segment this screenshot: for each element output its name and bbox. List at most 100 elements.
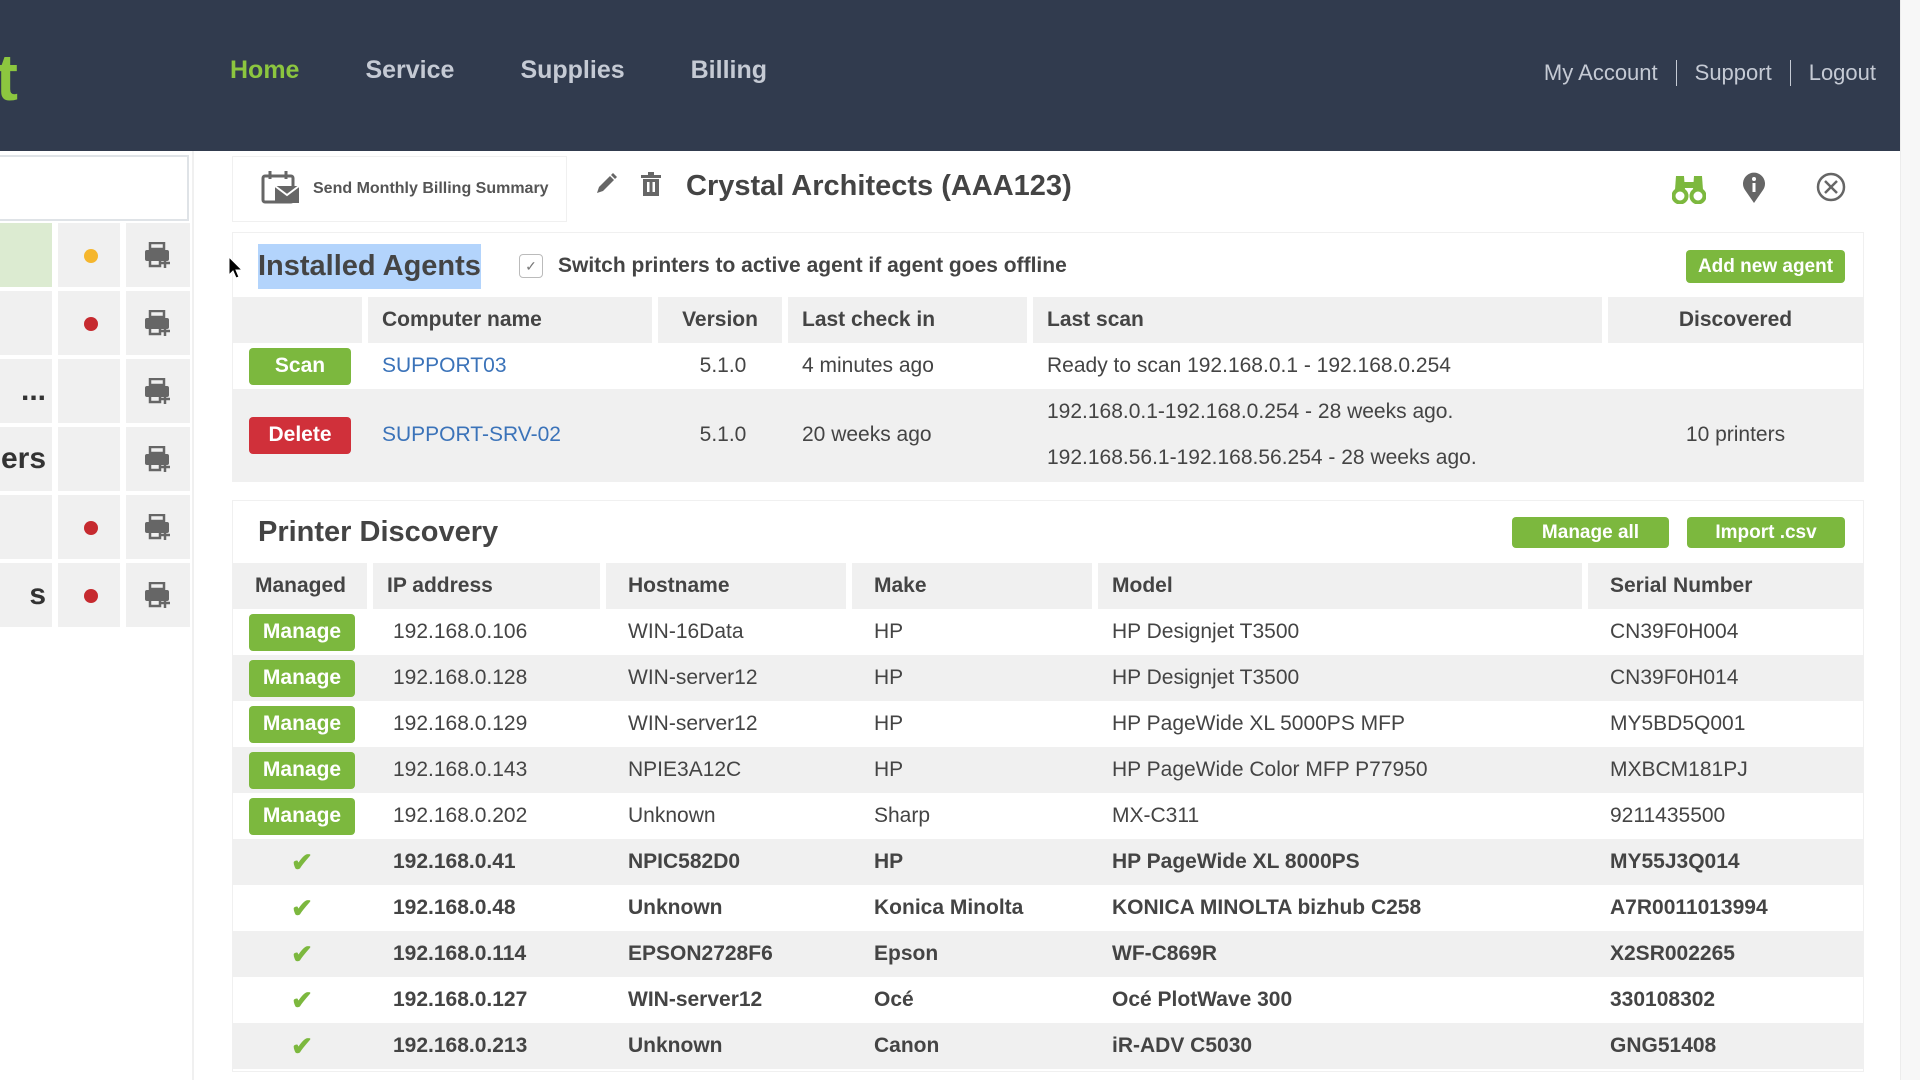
column-header-version[interactable]: Version: [658, 297, 788, 343]
edit-pencil-icon[interactable]: [594, 172, 618, 201]
add-printer-button[interactable]: [126, 563, 190, 627]
printer-add-icon: [145, 378, 170, 404]
column-header-managed[interactable]: Managed: [233, 563, 373, 609]
manage-printer-button[interactable]: Manage: [249, 751, 355, 789]
add-printer-button[interactable]: [126, 427, 190, 491]
column-header-discovered[interactable]: Discovered: [1608, 297, 1863, 343]
add-printer-button[interactable]: [126, 223, 190, 287]
add-printer-button[interactable]: [126, 359, 190, 423]
serial-number-cell: 330108302: [1588, 977, 1863, 1023]
add-printer-button[interactable]: [126, 495, 190, 559]
add-printer-button[interactable]: [126, 291, 190, 355]
nav-billing[interactable]: Billing: [691, 56, 767, 85]
customer-list-item[interactable]: [0, 223, 190, 287]
scan-button[interactable]: Scan: [249, 347, 351, 385]
column-header-last-check-in[interactable]: Last check in: [788, 297, 1033, 343]
customer-list-item[interactable]: [0, 291, 190, 355]
computer-name-link[interactable]: SUPPORT-SRV-02: [368, 389, 658, 481]
customer-name-cell[interactable]: ers: [0, 427, 52, 491]
logout-link[interactable]: Logout: [1809, 60, 1876, 86]
nav-home[interactable]: Home: [230, 56, 299, 85]
customer-name-cell[interactable]: ...: [0, 359, 52, 423]
customer-name-cell[interactable]: [0, 291, 52, 355]
send-monthly-billing-summary-button[interactable]: Send Monthly Billing Summary: [232, 156, 567, 222]
manage-printer-button[interactable]: Manage: [249, 613, 355, 651]
binoculars-icon[interactable]: [1671, 172, 1707, 209]
logo[interactable]: t: [0, 44, 18, 110]
manage-all-button[interactable]: Manage all: [1512, 517, 1669, 548]
customer-list-item[interactable]: [0, 495, 190, 559]
model-cell: KONICA MINOLTA bizhub C258: [1098, 885, 1588, 931]
support-link[interactable]: Support: [1695, 60, 1772, 86]
printer-row: Manage 192.168.0.143 NPIE3A12C HP HP PageWid…: [233, 747, 1863, 793]
make-cell: HP: [852, 747, 1098, 793]
ip-address-cell: 192.168.0.143: [373, 747, 606, 793]
customer-list-item[interactable]: ...: [0, 359, 190, 423]
computer-name-link[interactable]: SUPPORT03: [368, 343, 658, 389]
column-header-hostname[interactable]: Hostname: [606, 563, 852, 609]
switch-agent-checkbox[interactable]: ✓: [519, 254, 543, 278]
printer-row: ✔ 192.168.0.48 Unknown Konica Minolta KONICA…: [233, 885, 1863, 931]
customer-list-item[interactable]: s: [0, 563, 190, 627]
title-tools: [594, 172, 662, 201]
hostname-cell: Unknown: [606, 1023, 852, 1069]
managed-check-icon: ✔: [291, 1030, 313, 1061]
installed-agents-table: Computer name Version Last check in Last…: [233, 297, 1863, 481]
column-header-model[interactable]: Model: [1098, 563, 1588, 609]
column-header-serial-number[interactable]: Serial Number: [1588, 563, 1863, 609]
serial-number-cell: 9211435500: [1588, 793, 1863, 839]
delete-agent-button[interactable]: Delete: [249, 416, 351, 454]
customer-search-input[interactable]: [0, 155, 189, 221]
manage-printer-button[interactable]: Manage: [249, 797, 355, 835]
make-cell: Epson: [852, 931, 1098, 977]
status-dot-orange: [84, 249, 98, 263]
model-cell: WF-C869R: [1098, 931, 1588, 977]
model-cell: HP Designjet T3500: [1098, 609, 1588, 655]
add-new-agent-button[interactable]: Add new agent: [1686, 250, 1845, 283]
column-header-ip-address[interactable]: IP address: [373, 563, 606, 609]
printer-add-icon: [145, 582, 170, 608]
managed-cell: ✔: [233, 885, 373, 931]
model-cell: HP PageWide XL 8000PS: [1098, 839, 1588, 885]
serial-number-cell: A7R0011013994: [1588, 885, 1863, 931]
agent-discovered: 10 printers: [1608, 389, 1863, 481]
make-cell: Océ: [852, 977, 1098, 1023]
serial-number-cell: MY55J3Q014: [1588, 839, 1863, 885]
hostname-cell: WIN-16Data: [606, 609, 852, 655]
manage-printer-button[interactable]: Manage: [249, 705, 355, 743]
managed-check-icon: ✔: [291, 846, 313, 877]
close-circle-icon[interactable]: [1816, 172, 1846, 207]
hostname-cell: EPSON2728F6: [606, 931, 852, 977]
customer-title: Crystal Architects (AAA123): [686, 170, 1072, 202]
customer-list-item[interactable]: ers: [0, 427, 190, 491]
customer-name-cell[interactable]: [0, 223, 52, 287]
customer-name-cell[interactable]: [0, 495, 52, 559]
my-account-link[interactable]: My Account: [1544, 60, 1658, 86]
column-header-make[interactable]: Make: [852, 563, 1098, 609]
nav-supplies[interactable]: Supplies: [520, 56, 624, 85]
customer-name-fragment: s: [29, 578, 46, 611]
status-cell: [58, 223, 120, 287]
divider: [1675, 60, 1677, 86]
printer-add-icon: [145, 446, 170, 472]
model-cell: HP Designjet T3500: [1098, 655, 1588, 701]
column-header-computer-name[interactable]: Computer name: [368, 297, 658, 343]
info-pin-icon[interactable]: [1742, 172, 1766, 209]
import-csv-button[interactable]: Import .csv: [1687, 517, 1845, 548]
customer-name-fragment: ers: [0, 442, 46, 475]
managed-cell: Manage: [233, 701, 373, 747]
managed-cell: Manage: [233, 793, 373, 839]
manage-printer-button[interactable]: Manage: [249, 659, 355, 697]
nav-service[interactable]: Service: [365, 56, 454, 85]
managed-cell: ✔: [233, 839, 373, 885]
customer-name-cell[interactable]: s: [0, 563, 52, 627]
agent-row: Delete SUPPORT-SRV-02 5.1.0 20 weeks ago…: [233, 389, 1863, 481]
column-header-last-scan[interactable]: Last scan: [1033, 297, 1608, 343]
trash-icon[interactable]: [640, 172, 662, 201]
status-cell: [58, 563, 120, 627]
printer-row: Manage 192.168.0.129 WIN-server12 HP HP Page…: [233, 701, 1863, 747]
divider: [1789, 60, 1791, 86]
utility-links: My Account Support Logout: [1544, 60, 1876, 86]
discovery-header-row: Managed IP address Hostname Make Model S…: [233, 563, 1863, 609]
ip-address-cell: 192.168.0.202: [373, 793, 606, 839]
